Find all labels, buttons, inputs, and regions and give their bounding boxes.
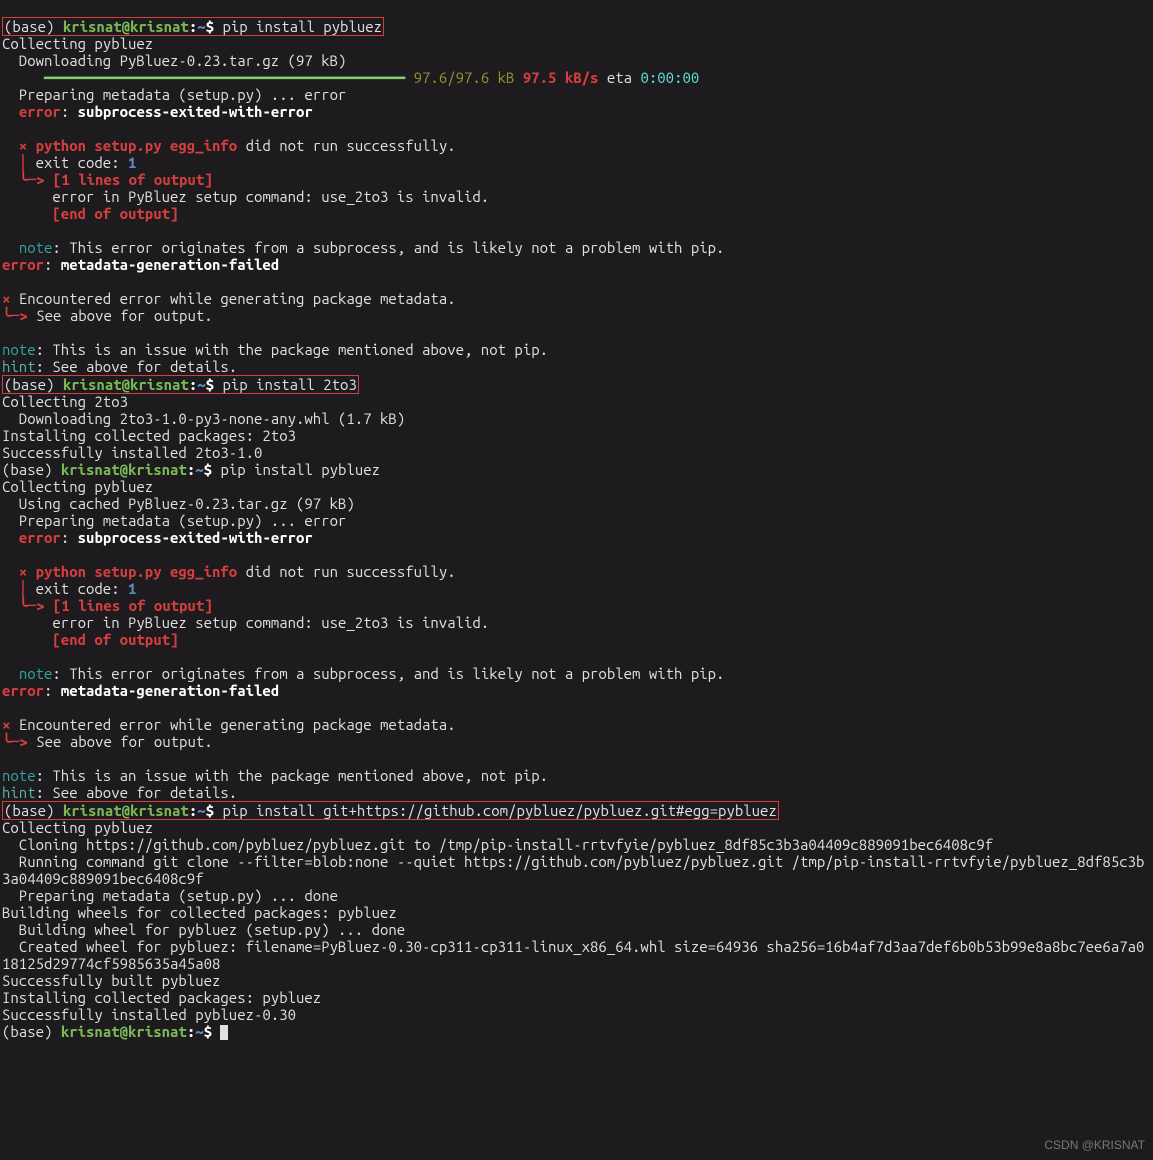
line: Preparing metadata (setup.py) ... error [2,512,346,529]
terminal-output: (base) krisnat@krisnat:~$ pip install py… [0,0,1153,1040]
arrow-icon: ╰─> [2,733,28,750]
line: Collecting pybluez [2,819,153,836]
cursor[interactable] [220,1025,228,1040]
line: Collecting pybluez [2,478,153,495]
line: Downloading PyBluez-0.23.tar.gz (97 kB) [2,52,346,69]
line: error in PyBluez setup command: use_2to3… [2,188,489,205]
arrow-icon: ╰─> [2,597,53,614]
hint-label: hint [2,784,36,801]
line: Created wheel for pybluez: filename=PyBl… [2,938,1152,972]
line: [end of output] [2,631,178,648]
line: Installing collected packages: 2to3 [2,427,296,444]
note-label: note [2,767,36,784]
line: Collecting 2to3 [2,393,128,410]
line: Installing collected packages: pybluez [2,989,321,1006]
line: Using cached PyBluez-0.23.tar.gz (97 kB) [2,495,355,512]
line: [end of output] [2,205,178,222]
error-label: error [2,682,44,699]
highlight-box-1: (base) krisnat@krisnat:~$ pip install py… [2,17,384,36]
command-1: pip install pybluez [222,18,382,35]
error-label: error [19,103,61,120]
highlight-box-3: (base) krisnat@krisnat:~$ pip install gi… [2,801,779,820]
command-3: pip install pybluez [220,461,380,478]
arrow-icon: ╰─> [2,307,28,324]
command-2: pip install 2to3 [222,376,356,393]
line: Downloading 2to3-1.0-py3-none-any.whl (1… [2,410,405,427]
line: Building wheels for collected packages: … [2,904,397,921]
command-4: pip install git+https://github.com/pyblu… [222,802,776,819]
prompt-base: (base) [4,18,63,35]
line: error in PyBluez setup command: use_2to3… [2,614,489,631]
error-label: error [19,529,61,546]
hint-label: hint [2,358,36,375]
line: Successfully built pybluez [2,972,220,989]
arrow-icon: ╰─> [2,171,53,188]
progress-bar: ━━━━━━━━━━━━━━━━━━━━━━━━━━━━━━━━━━━━━━━━ [2,69,405,86]
watermark: CSDN @KRISNAT [1044,1137,1145,1154]
prompt-user: krisnat@krisnat [63,18,189,35]
cross-icon: × [2,563,36,580]
line: Running command git clone --filter=blob:… [2,853,1152,887]
line: Successfully installed pybluez-0.30 [2,1006,296,1023]
note-label: note [2,341,36,358]
note-label: note [19,239,53,256]
line: Successfully installed 2to3-1.0 [2,444,262,461]
error-label: error [2,256,44,273]
line: Preparing metadata (setup.py) ... done [2,887,338,904]
note-label: note [19,665,53,682]
line: Cloning https://github.com/pybluez/pyblu… [2,836,993,853]
line: Collecting pybluez [2,35,153,52]
cross-icon: × [2,137,36,154]
highlight-box-2: (base) krisnat@krisnat:~$ pip install 2t… [2,375,359,394]
line: Preparing metadata (setup.py) ... error [2,86,346,103]
line: Building wheel for pybluez (setup.py) ..… [2,921,405,938]
